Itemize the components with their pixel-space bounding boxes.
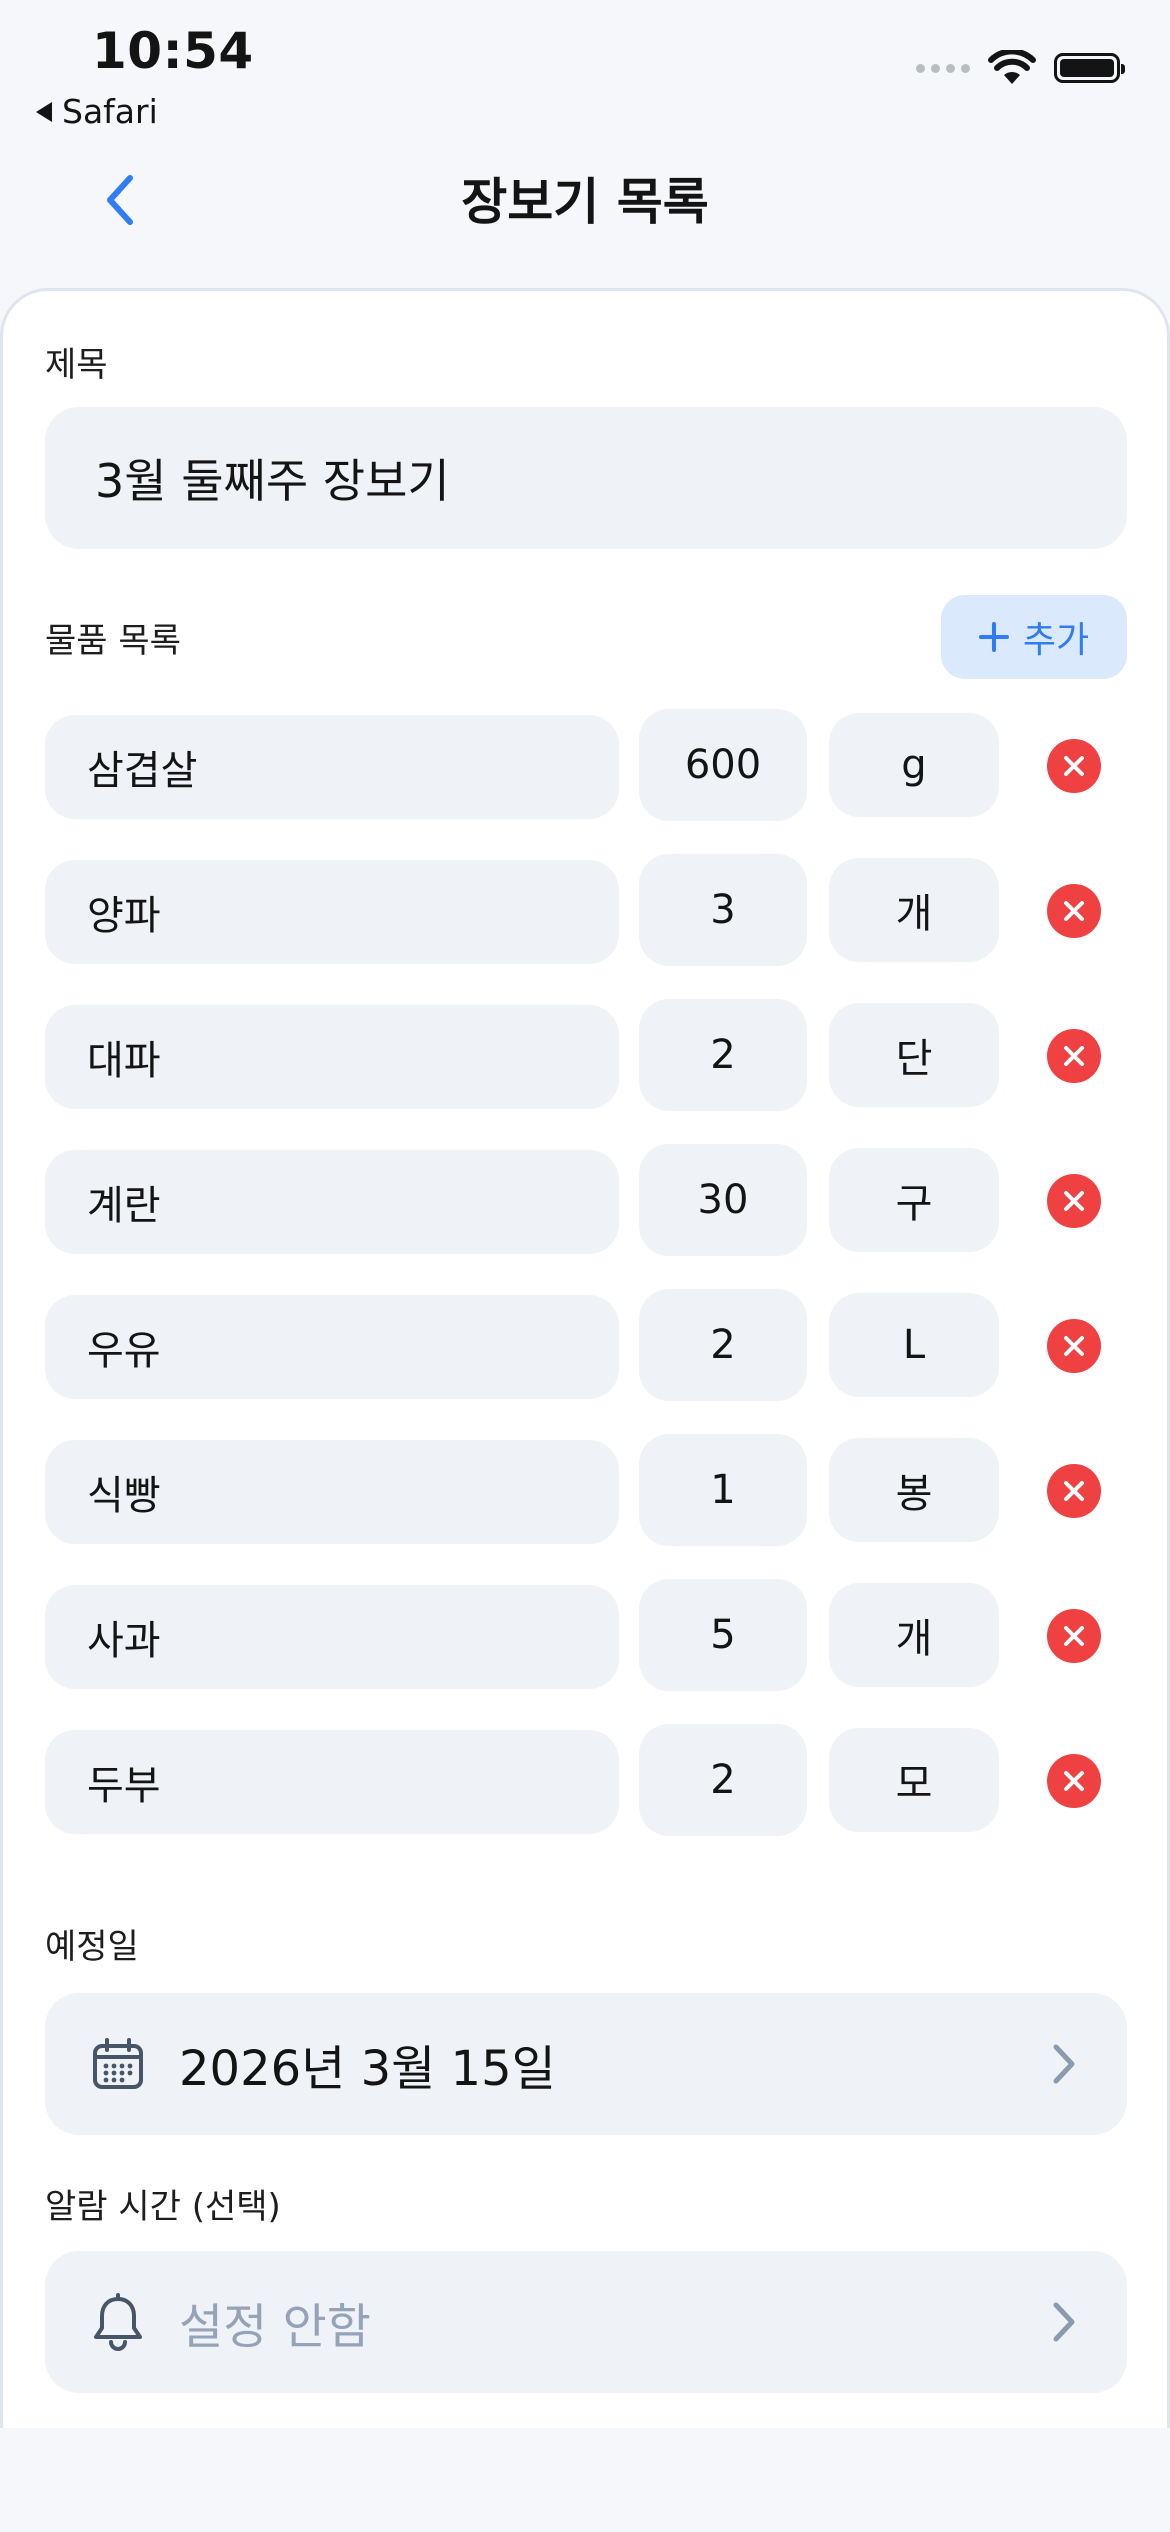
remove-item-button[interactable]: [1047, 1174, 1101, 1228]
item-qty-field[interactable]: 30: [639, 1144, 807, 1256]
close-icon: [1064, 1046, 1084, 1066]
item-qty-field[interactable]: 2: [639, 999, 807, 1111]
item-unit-field[interactable]: 단: [829, 1003, 999, 1107]
item-row: 식빵 1 봉: [3, 1434, 1170, 1546]
item-row: 대파 2 단: [3, 999, 1170, 1111]
item-qty-field[interactable]: 2: [639, 1289, 807, 1401]
close-icon: [1064, 1771, 1084, 1791]
item-row: 계란 30 구: [3, 1144, 1170, 1256]
item-row: 양파 3 개: [3, 854, 1170, 966]
item-qty-field[interactable]: 3: [639, 854, 807, 966]
close-icon: [1064, 1191, 1084, 1211]
item-row: 두부 2 모: [3, 1724, 1170, 1836]
item-unit-field[interactable]: 구: [829, 1148, 999, 1252]
bell-icon: [89, 2293, 147, 2351]
status-bar: 10:54 Safari: [0, 0, 1170, 140]
cellular-signal-icon: [916, 63, 970, 73]
add-item-button[interactable]: 추가: [941, 595, 1127, 679]
item-name-field[interactable]: 대파: [45, 1005, 619, 1109]
close-icon: [1064, 1481, 1084, 1501]
item-qty-field[interactable]: 5: [639, 1579, 807, 1691]
plus-icon: [978, 622, 1009, 652]
item-unit-field[interactable]: 개: [829, 858, 999, 962]
remove-item-button[interactable]: [1047, 1319, 1101, 1373]
item-name-field[interactable]: 삼겹살: [45, 715, 619, 819]
title-input[interactable]: 3월 둘째주 장보기: [45, 407, 1127, 549]
items-label: 물품 목록: [45, 621, 181, 661]
calendar-icon: [89, 2035, 147, 2093]
remove-item-button[interactable]: [1047, 1754, 1101, 1808]
alarm-label: 알람 시간 (선택): [45, 2187, 281, 2227]
status-indicators: [916, 50, 1125, 86]
remove-item-button[interactable]: [1047, 1029, 1101, 1083]
close-icon: [1064, 1626, 1084, 1646]
item-unit-field[interactable]: 봉: [829, 1438, 999, 1542]
close-icon: [1064, 901, 1084, 921]
item-row: 삼겹살 600 g: [3, 709, 1170, 821]
item-name-field[interactable]: 우유: [45, 1295, 619, 1399]
status-time: 10:54: [92, 22, 254, 80]
chevron-right-icon: [1053, 2302, 1075, 2342]
close-icon: [1064, 756, 1084, 776]
page-title: 장보기 목록: [461, 173, 709, 231]
item-unit-field[interactable]: 개: [829, 1583, 999, 1687]
form-card: 제목 3월 둘째주 장보기 물품 목록 추가 삼겹살 600 g 양파 3 개 …: [0, 288, 1170, 2428]
item-name-field[interactable]: 사과: [45, 1585, 619, 1689]
wifi-icon: [988, 50, 1036, 84]
title-input-value: 3월 둘째주 장보기: [95, 454, 450, 508]
close-icon: [1064, 1336, 1084, 1356]
item-name-field[interactable]: 식빵: [45, 1440, 619, 1544]
add-item-label: 추가: [1022, 620, 1090, 661]
navigation-bar: 장보기 목록: [0, 140, 1170, 260]
item-unit-field[interactable]: 모: [829, 1728, 999, 1832]
date-label: 예정일: [45, 1927, 139, 1967]
date-picker[interactable]: 2026년 3월 15일: [45, 1993, 1127, 2135]
remove-item-button[interactable]: [1047, 1464, 1101, 1518]
item-unit-field[interactable]: g: [829, 713, 999, 817]
item-row: 사과 5 개: [3, 1579, 1170, 1691]
title-label: 제목: [45, 345, 108, 385]
item-name-field[interactable]: 양파: [45, 860, 619, 964]
item-qty-field[interactable]: 2: [639, 1724, 807, 1836]
item-unit-field[interactable]: L: [829, 1293, 999, 1397]
chevron-right-icon: [1053, 2044, 1075, 2084]
item-name-field[interactable]: 두부: [45, 1730, 619, 1834]
battery-icon: [1054, 53, 1125, 83]
alarm-time-picker[interactable]: 설정 안함: [45, 2251, 1127, 2393]
item-row: 우유 2 L: [3, 1289, 1170, 1401]
back-to-app-link[interactable]: Safari: [36, 92, 158, 131]
remove-item-button[interactable]: [1047, 739, 1101, 793]
remove-item-button[interactable]: [1047, 884, 1101, 938]
back-app-label: Safari: [62, 92, 158, 131]
date-value: 2026년 3월 15일: [179, 2041, 556, 2097]
bottom-safe-area: [0, 2428, 1170, 2532]
item-name-field[interactable]: 계란: [45, 1150, 619, 1254]
item-qty-field[interactable]: 1: [639, 1434, 807, 1546]
item-qty-field[interactable]: 600: [639, 709, 807, 821]
alarm-placeholder: 설정 안함: [179, 2299, 371, 2355]
back-triangle-icon: [36, 101, 52, 122]
remove-item-button[interactable]: [1047, 1609, 1101, 1663]
